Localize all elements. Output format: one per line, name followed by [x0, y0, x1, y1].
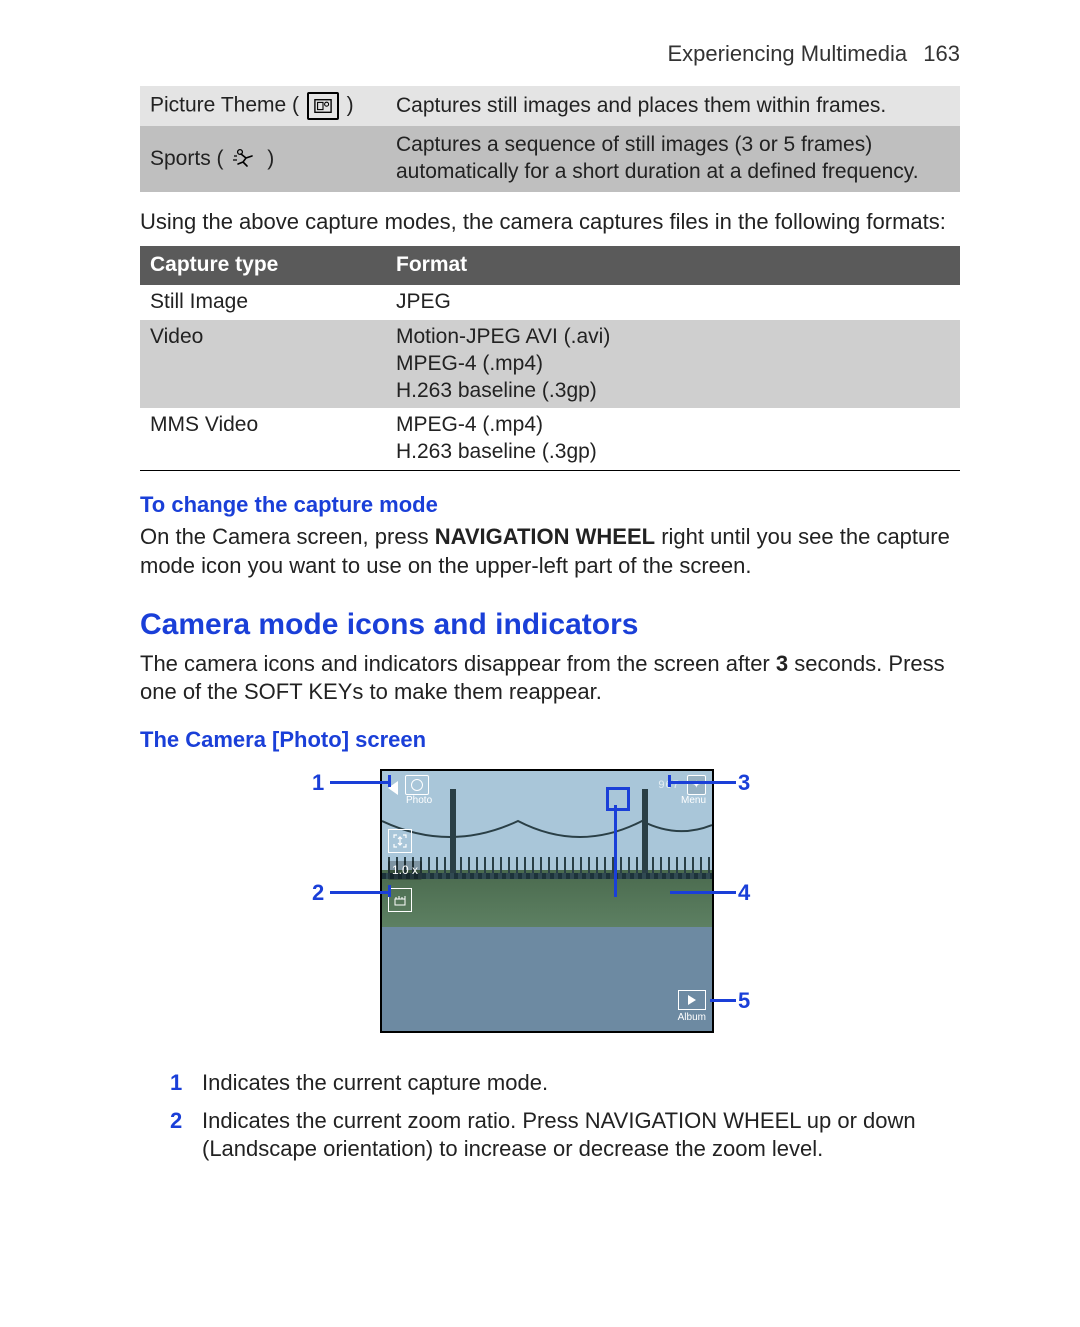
mode-label: Picture Theme: [150, 94, 286, 117]
callout-line: [670, 781, 736, 784]
mode-label: Sports: [150, 147, 211, 170]
hud-album-label: Album: [678, 1012, 706, 1025]
subheading-photo-screen: The Camera [Photo] screen: [140, 726, 960, 754]
callout-tick: [388, 885, 391, 897]
menu-icon: ✦: [687, 775, 706, 795]
mode-desc: Captures still images and places them wi…: [386, 86, 960, 126]
legend-text: Indicates the current zoom ratio. Press …: [202, 1107, 960, 1163]
callout-4-marker: [606, 787, 630, 811]
camera-icon: [405, 775, 429, 795]
callout-4-dropline: [614, 805, 617, 893]
section-body: The camera icons and indicators disappea…: [140, 650, 960, 706]
callout-legend: 1 Indicates the current capture mode. 2 …: [170, 1069, 960, 1163]
text: On the Camera screen, press: [140, 524, 435, 549]
picture-theme-icon: [307, 92, 339, 120]
col-header: Format: [386, 246, 960, 285]
zoom-frame-icon: [388, 829, 412, 853]
callout-1: 1: [312, 769, 324, 797]
table-row: Picture Theme ( ) Captures still images …: [140, 86, 960, 126]
change-mode-body: On the Camera screen, press NAVIGATION W…: [140, 523, 960, 579]
legend-number: 2: [170, 1107, 188, 1163]
cell: Still Image: [140, 285, 386, 320]
callout-line: [710, 999, 736, 1002]
heading-camera-mode-icons: Camera mode icons and indicators: [140, 606, 960, 644]
cell: MPEG-4 (.mp4) H.263 baseline (.3gp): [386, 408, 960, 470]
callout-tick: [614, 885, 617, 897]
legend-number: 1: [170, 1069, 188, 1097]
section-title: Experiencing Multimedia: [667, 41, 907, 66]
cell: Motion-JPEG AVI (.avi) MPEG-4 (.mp4) H.2…: [386, 320, 960, 409]
text-bold: NAVIGATION WHEEL: [435, 524, 655, 549]
list-item: 2 Indicates the current zoom ratio. Pres…: [170, 1107, 960, 1163]
cell: JPEG: [386, 285, 960, 320]
hud-menu-label: Menu: [658, 795, 706, 808]
list-item: 1 Indicates the current capture mode.: [170, 1069, 960, 1097]
intro-paragraph: Using the above capture modes, the camer…: [140, 208, 960, 236]
table-row: MMS Video MPEG-4 (.mp4) H.263 baseline (…: [140, 408, 960, 470]
play-icon: [678, 990, 706, 1010]
callout-line: [330, 891, 390, 894]
text: The camera icons and indicators disappea…: [140, 651, 776, 676]
mode-desc: Captures a sequence of still images (3 o…: [386, 126, 960, 192]
table-row: Still Image JPEG: [140, 285, 960, 320]
hud-mode-label: Photo: [406, 795, 432, 808]
hud-zoom-ratio: 1.0 x: [388, 861, 422, 880]
subheading-change-mode: To change the capture mode: [140, 491, 960, 519]
callout-3: 3: [738, 769, 750, 797]
callout-tick: [388, 775, 391, 787]
callout-tick: [668, 775, 671, 787]
cell: Video: [140, 320, 386, 409]
callout-4: 4: [738, 879, 750, 907]
sports-icon: [231, 148, 259, 170]
camera-photo-diagram: Photo 967 ✦ Menu 1.0 x Album 1: [270, 769, 830, 1049]
hud-top-right: 967 ✦ Menu: [658, 775, 706, 808]
callout-5: 5: [738, 987, 750, 1015]
hud-left-stack: 1.0 x: [388, 829, 422, 912]
callout-line: [330, 781, 390, 784]
col-header: Capture type: [140, 246, 386, 285]
table-row: Video Motion-JPEG AVI (.avi) MPEG-4 (.mp…: [140, 320, 960, 409]
table-row: Sports ( ) Captures a sequence of still …: [140, 126, 960, 192]
white-balance-icon: [388, 888, 412, 912]
cell: MMS Video: [140, 408, 386, 470]
callout-2: 2: [312, 879, 324, 907]
camera-screen: Photo 967 ✦ Menu 1.0 x Album: [380, 769, 714, 1033]
callout-line: [670, 891, 736, 894]
hud-top-left: Photo: [388, 775, 432, 808]
legend-text: Indicates the current capture mode.: [202, 1069, 548, 1097]
page-number: 163: [923, 41, 960, 66]
capture-modes-table: Picture Theme ( ) Captures still images …: [140, 86, 960, 192]
formats-table: Capture type Format Still Image JPEG Vid…: [140, 246, 960, 471]
text-bold: 3: [776, 651, 788, 676]
hud-bottom-right: Album: [678, 990, 706, 1025]
page-header: Experiencing Multimedia 163: [140, 40, 960, 68]
